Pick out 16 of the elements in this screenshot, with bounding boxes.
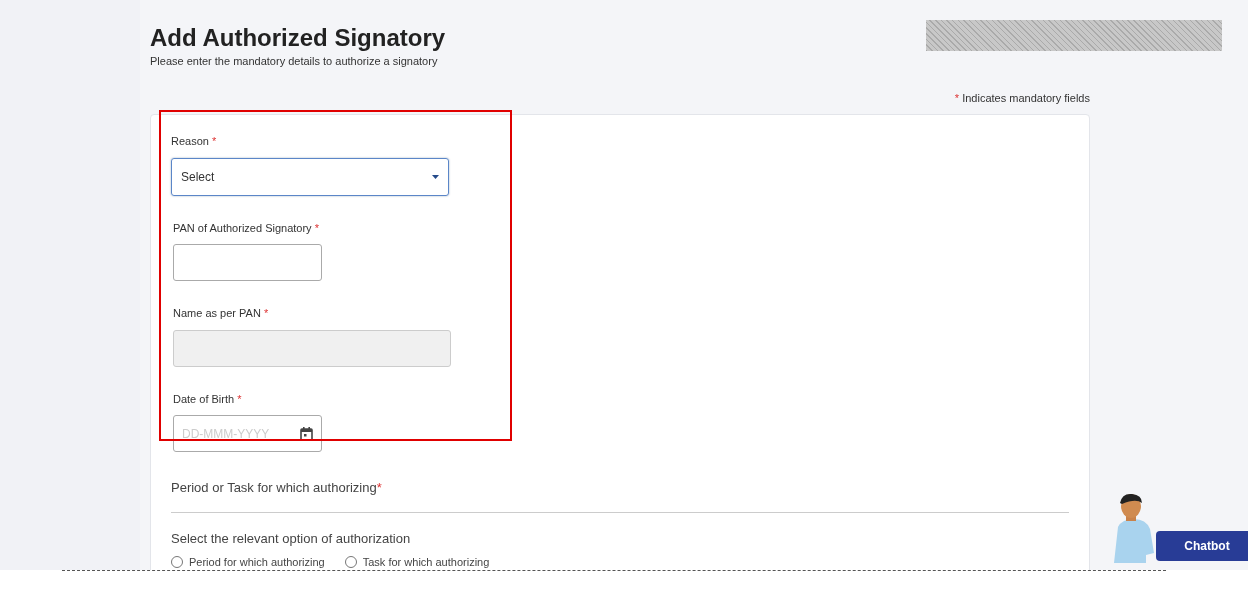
mandatory-note: * Indicates mandatory fields	[954, 90, 1090, 106]
radio-option[interactable]: Period for which authorizing	[171, 556, 325, 568]
reason-dropdown[interactable]: Select	[171, 157, 449, 196]
radio-option[interactable]: Task for which authorizing	[344, 556, 490, 568]
page-title: Add Authorized Signatory	[150, 24, 446, 52]
section-title: Period or Task for which authorizing*	[171, 478, 1069, 513]
page-subtitle: Please enter the mandatory details to authorize a signatory	[150, 54, 439, 69]
text-field[interactable]	[173, 244, 322, 281]
field-label: PAN of Authorized Signatory *	[173, 220, 320, 236]
field-label: Name as per PAN *	[173, 306, 270, 321]
calendar-icon	[300, 426, 313, 441]
field-label: Reason *	[171, 134, 218, 149]
caret-icon	[432, 174, 439, 179]
field-label: Date of Birth *	[173, 391, 243, 407]
chatbot-button[interactable]: Chatbot	[1156, 531, 1248, 561]
section-prompt: Select the relevant option of authorization	[171, 529, 412, 548]
